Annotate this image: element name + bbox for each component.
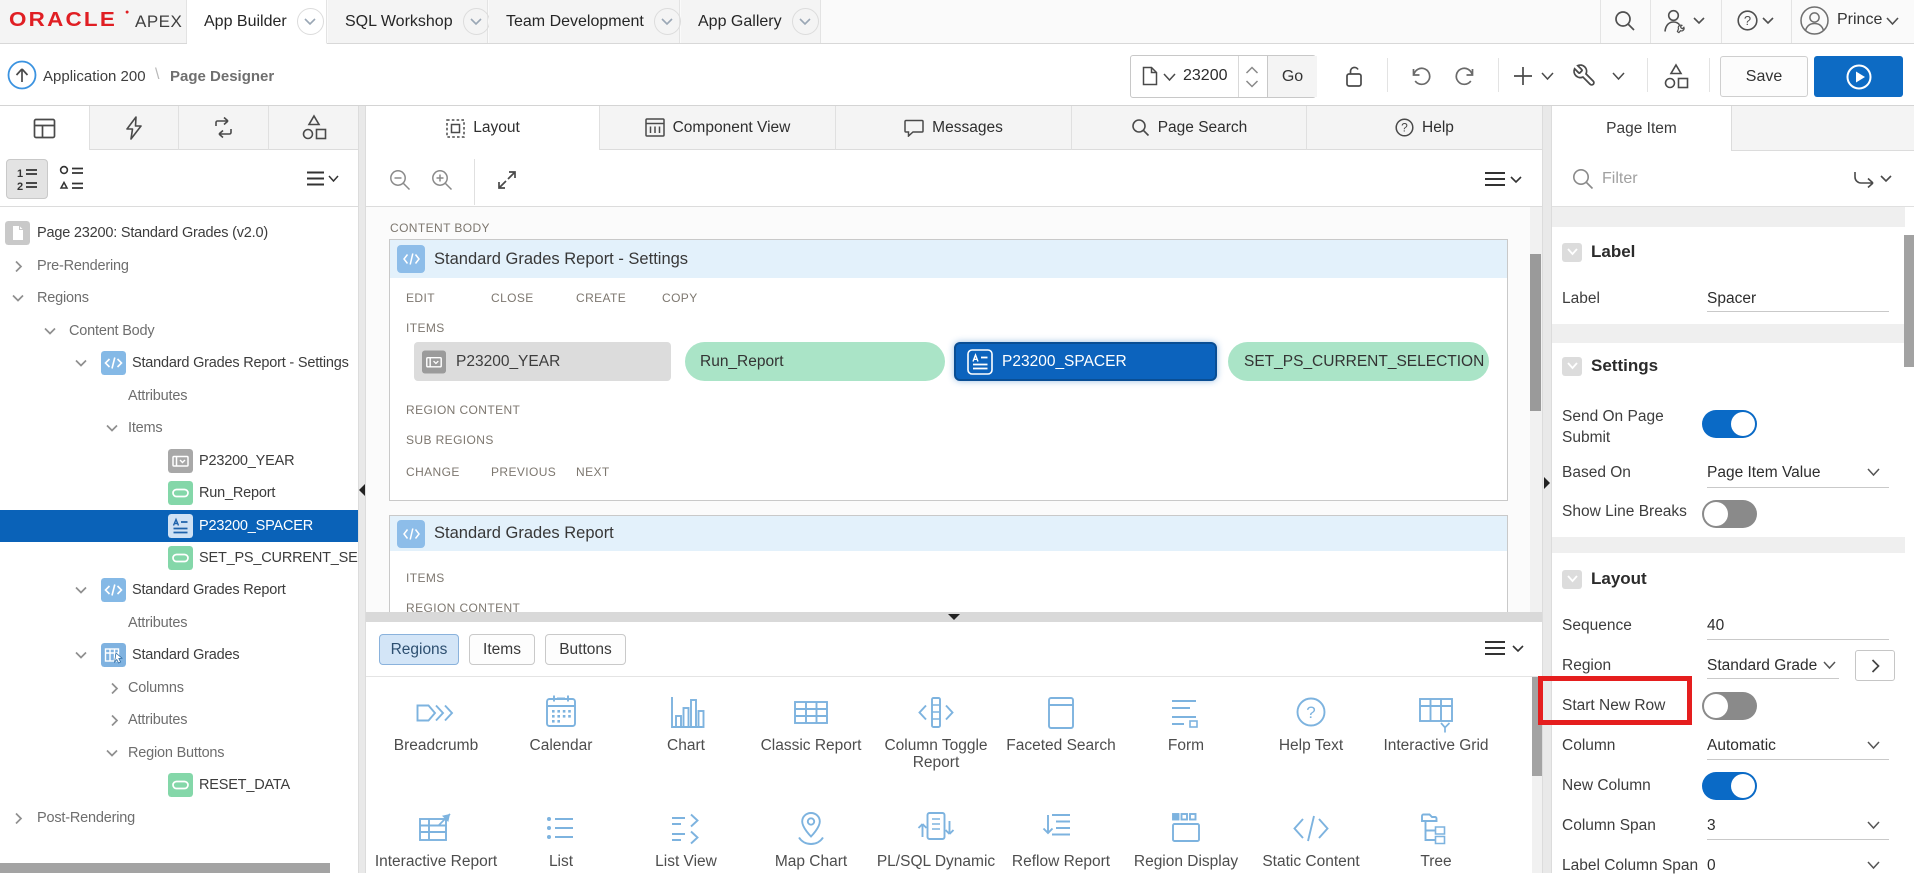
svg-text:?: ? bbox=[1306, 703, 1315, 722]
svg-text:1: 1 bbox=[17, 168, 23, 180]
svg-text:2: 2 bbox=[17, 181, 23, 192]
svg-text:?: ? bbox=[1744, 13, 1751, 28]
svg-text:?: ? bbox=[1401, 121, 1408, 135]
